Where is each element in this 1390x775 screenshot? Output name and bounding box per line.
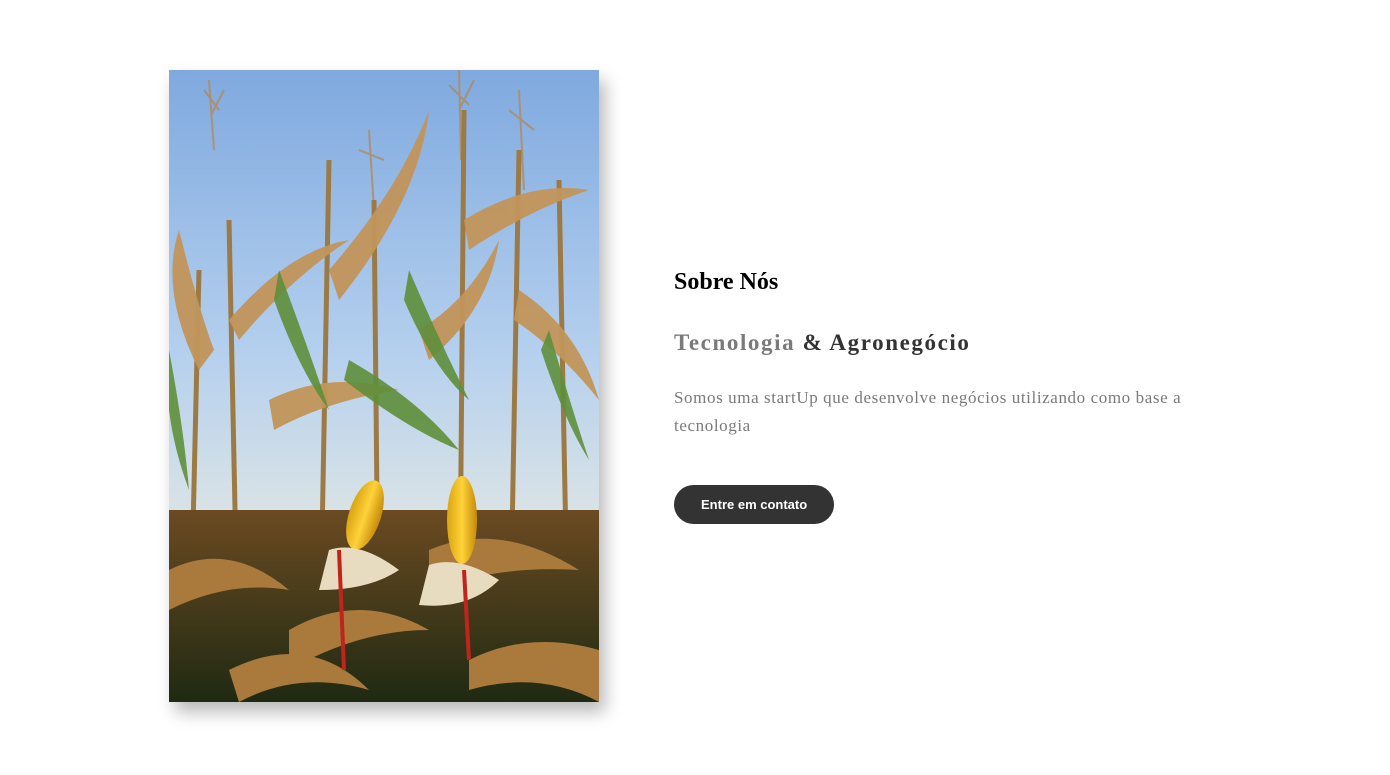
corn-field-illustration [169, 70, 599, 702]
about-section: Sobre Nós Tecnologia & Agronegócio Somos… [0, 0, 1390, 775]
section-title: Sobre Nós [674, 269, 779, 295]
subtitle: Tecnologia & Agronegócio [674, 328, 1234, 358]
description: Somos uma startUp que desenvolve negócio… [674, 388, 1182, 435]
corn-field-image [169, 70, 599, 702]
contact-button[interactable]: Entre em contato [674, 485, 835, 524]
subtitle-highlight: Tecnologia [674, 330, 796, 355]
subtitle-rest: & Agronegócio [795, 330, 971, 355]
about-content: Sobre Nós Tecnologia & Agronegócio Somos… [674, 266, 1234, 524]
